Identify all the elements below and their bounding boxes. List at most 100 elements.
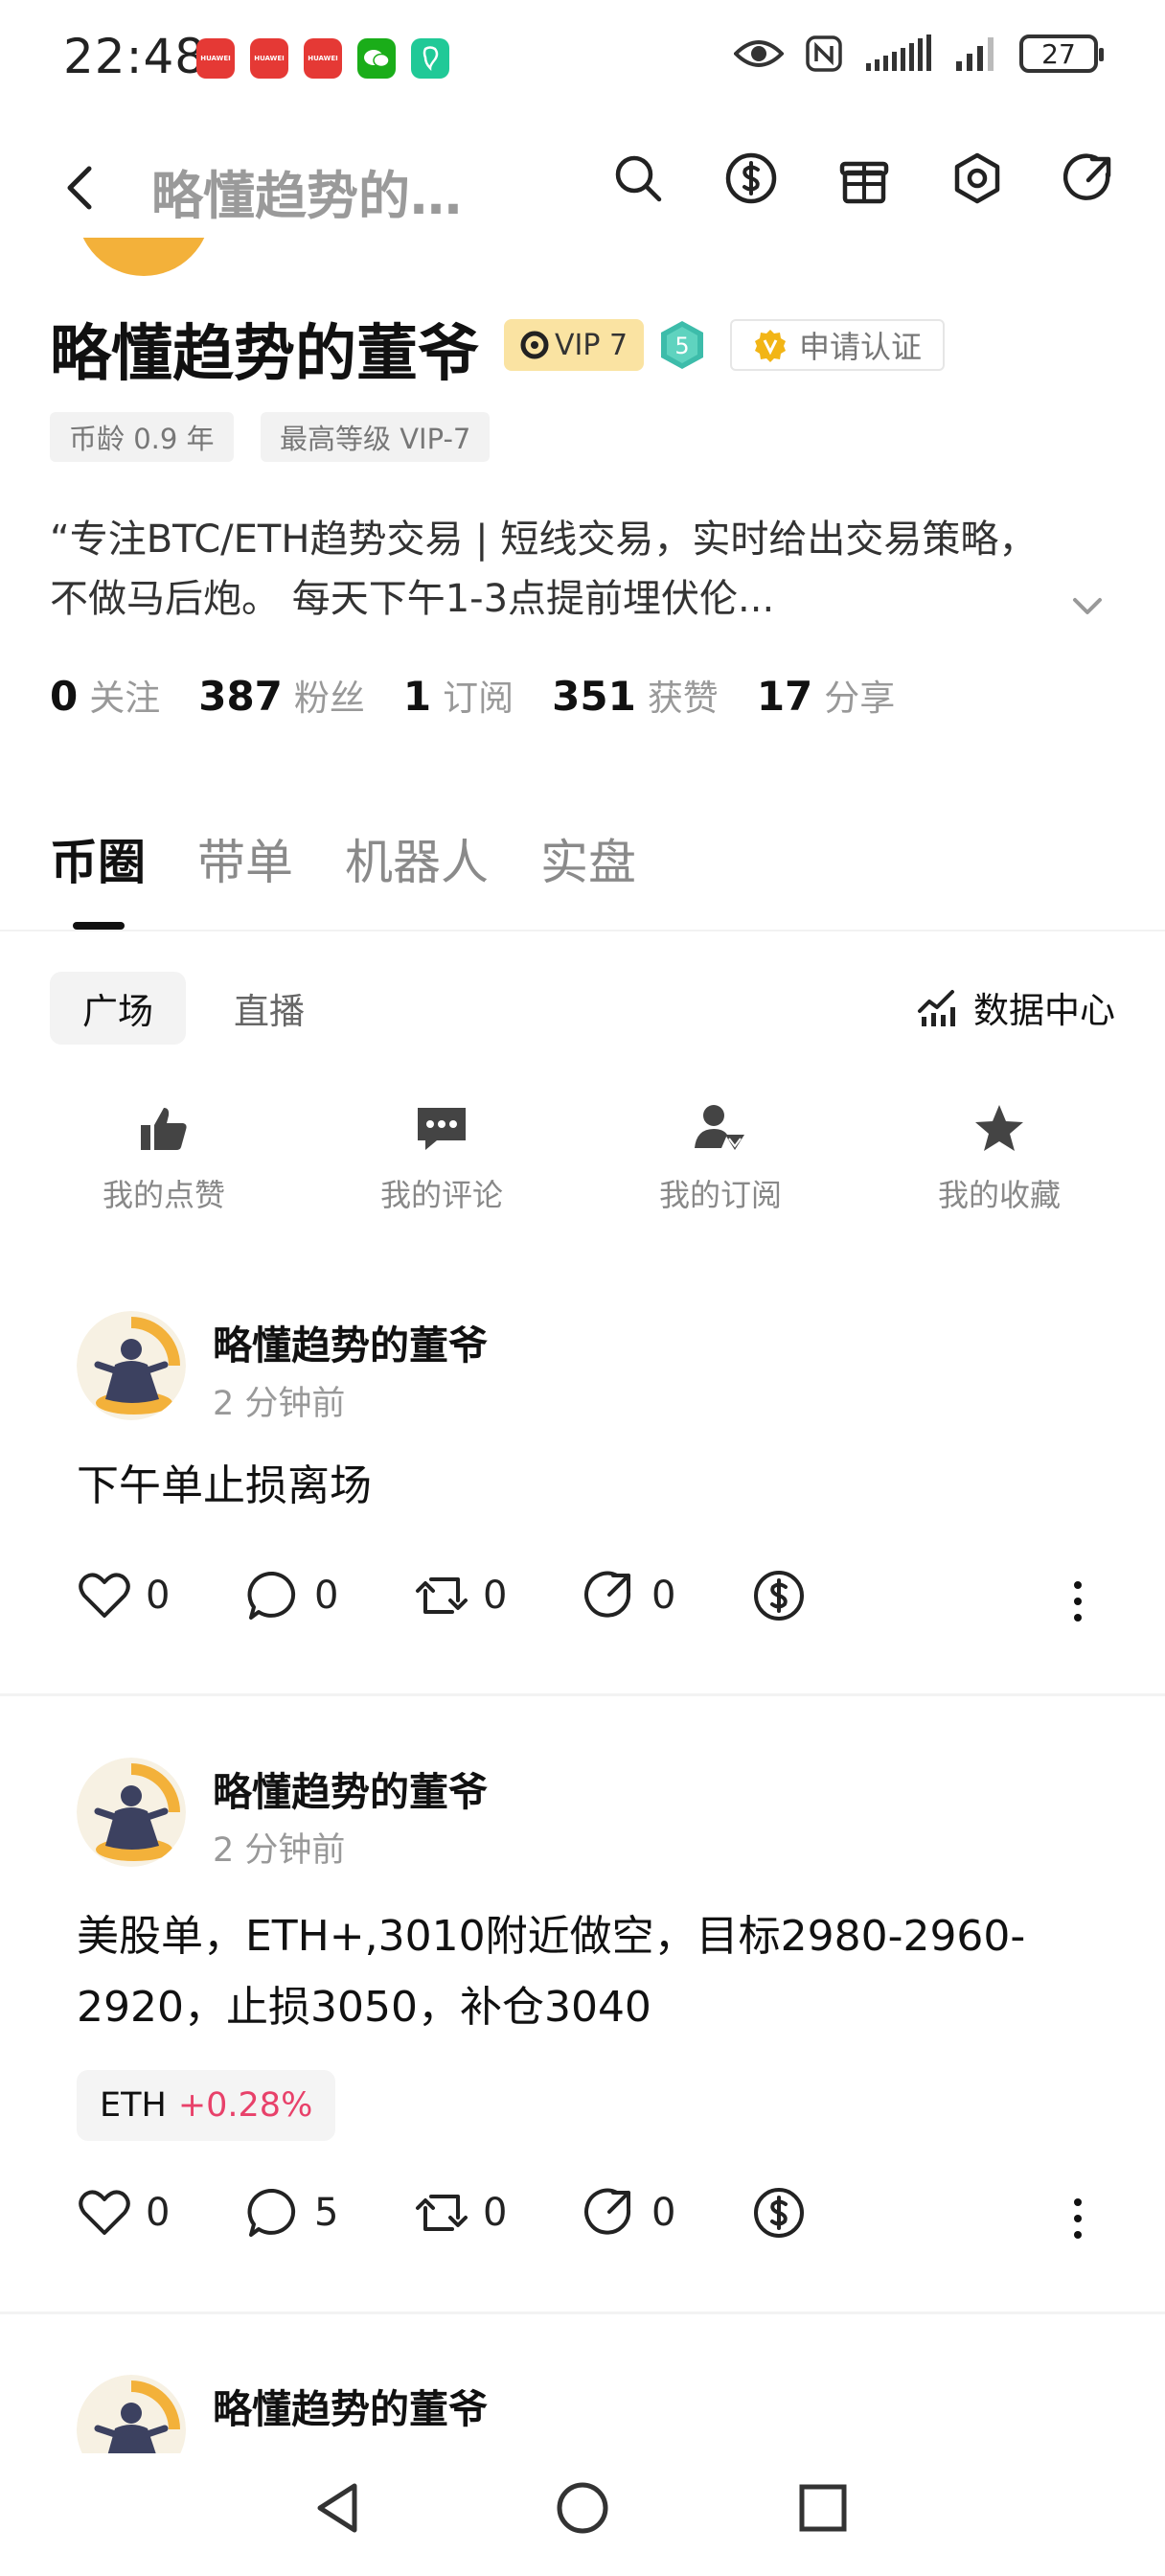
profile-stats: 0 关注 387 粉丝 1 订阅 351 获赞 17 分享 [50,669,895,721]
tab-copy-trading[interactable]: 带单 [197,824,293,893]
verified-icon [754,330,786,362]
post-divider [0,2312,1165,2314]
vip-label: VIP 7 [554,328,628,362]
stat-likes[interactable]: 351 获赞 [552,669,719,721]
more-options-icon[interactable] [1063,2185,1092,2252]
signal-icon [956,37,994,71]
settings-icon[interactable] [950,151,1004,205]
wechat-icon [357,38,396,79]
status-app-icons: HUAWEI HUAWEI HUAWEI [196,38,449,79]
profile-bio: “专注BTC/ETH趋势交易 | 短线交易，实时给出交易策略，不做马后炮。 每天… [50,518,1038,621]
my-likes-button[interactable]: 我的点赞 [78,1102,250,1215]
post-author[interactable]: 略懂趋势的董爷 [213,2377,488,2434]
huawei-app-icon: HUAWEI [304,38,342,79]
share-icon [584,1571,631,1618]
eye-icon [734,40,784,67]
gift-icon[interactable] [837,151,891,205]
repost-icon [416,2195,468,2231]
post-author[interactable]: 略懂趋势的董爷 [213,1760,488,1817]
apply-verification-button[interactable]: 申请认证 [730,319,945,371]
data-center-button[interactable]: 数据中心 [916,981,1115,1033]
recents-square-icon[interactable] [789,2474,857,2542]
repost-button[interactable]: 0 [414,2185,507,2241]
vip-badge[interactable]: VIP 7 [504,319,644,371]
share-icon [584,2188,631,2235]
stat-subscriptions[interactable]: 1 订阅 [403,669,514,721]
comment-button[interactable]: 5 [245,2185,338,2241]
share-button[interactable]: 0 [582,1568,675,1623]
post-divider [0,1693,1165,1696]
battery-indicator: 27 [1019,34,1104,73]
repost-icon [416,1577,468,1614]
tab-crypto[interactable]: 币圈 [50,824,146,893]
repost-button[interactable]: 0 [414,1568,507,1623]
comment-count: 5 [314,2191,339,2235]
chart-icon [918,990,955,1026]
comment-button[interactable]: 0 [245,1568,338,1623]
active-tab-indicator [73,922,125,930]
comment-icon [418,1108,466,1150]
repost-count: 0 [483,1574,508,1618]
tip-button[interactable] [751,1568,807,1623]
dollar-icon[interactable] [724,151,778,205]
stat-following[interactable]: 0 关注 [50,669,160,721]
subtab-square[interactable]: 广场 [50,972,186,1045]
share-count: 0 [651,1574,676,1618]
coin-age-chip: 币龄 0.9 年 [50,412,234,462]
comment-bubble-icon [247,2188,296,2237]
like-button[interactable]: 0 [77,2185,170,2241]
tip-button[interactable] [751,2185,807,2241]
star-icon [975,1105,1023,1151]
back-arrow-icon[interactable] [53,159,110,217]
tabs-divider [0,930,1165,932]
post-body[interactable]: 下午单止损离场 [77,1451,1092,1522]
system-nav-bar [0,2453,1165,2576]
stat-shares[interactable]: 17 分享 [757,669,895,721]
status-bar: 22:48 HUAWEI HUAWEI HUAWEI 27 [0,0,1165,115]
apply-verification-label: 申请认证 [798,329,922,365]
more-options-icon[interactable] [1063,1568,1092,1635]
post-actions: 0 5 0 0 [77,2185,1092,2252]
dollar-icon [754,1571,804,1621]
stat-followers[interactable]: 387 粉丝 [198,669,365,721]
back-triangle-icon[interactable] [305,2474,372,2542]
comment-count: 0 [314,1574,339,1618]
search-icon[interactable] [611,151,665,205]
post-avatar[interactable] [77,2375,186,2453]
tab-bots[interactable]: 机器人 [345,824,489,893]
subtab-live[interactable]: 直播 [201,972,337,1045]
nfc-icon [806,35,842,72]
share-icon[interactable] [1063,151,1117,205]
profile-name: 略懂趋势的董爷 [50,319,479,390]
status-time: 22:48 [63,29,207,84]
post-time: 2 分钟前 [213,1385,346,1423]
post-body[interactable]: 美股单，ETH+,3010附近做空，目标2980-2960-2920，止损305… [77,1901,1092,2043]
main-tabs: 币圈 带单 机器人 实盘 [50,824,636,893]
ticker-symbol: ETH [100,2086,167,2125]
home-circle-icon[interactable] [549,2474,616,2542]
repost-count: 0 [483,2191,508,2235]
heart-icon [79,1573,130,1618]
share-count: 0 [651,2191,676,2235]
highest-vip-chip: 最高等级 VIP-7 [261,412,491,462]
level-number: 5 [674,333,689,359]
post-avatar[interactable] [77,1758,186,1867]
tab-live-account[interactable]: 实盘 [540,824,636,893]
my-comments-button[interactable]: 我的评论 [355,1102,528,1215]
post-avatar[interactable] [77,1311,186,1420]
status-indicators: 27 [734,34,1104,73]
signal-icon [866,34,931,71]
chevron-down-icon[interactable] [1063,583,1111,631]
like-count: 0 [146,2191,171,2235]
level-badge[interactable]: 5 [659,319,705,371]
post-author[interactable]: 略懂趋势的董爷 [213,1313,488,1370]
like-button[interactable]: 0 [77,1568,170,1623]
huawei-app-icon: HUAWEI [250,38,288,79]
top-nav-bar: 略懂趋势的… [0,134,1165,240]
my-subscriptions-button[interactable]: 我的订阅 [634,1102,807,1215]
profile-avatar[interactable] [77,238,211,276]
my-favorites-button[interactable]: 我的收藏 [913,1102,1085,1215]
ticker-tag[interactable]: ETH +0.28% [77,2070,336,2141]
share-button[interactable]: 0 [582,2185,675,2241]
vip-icon [520,331,549,359]
